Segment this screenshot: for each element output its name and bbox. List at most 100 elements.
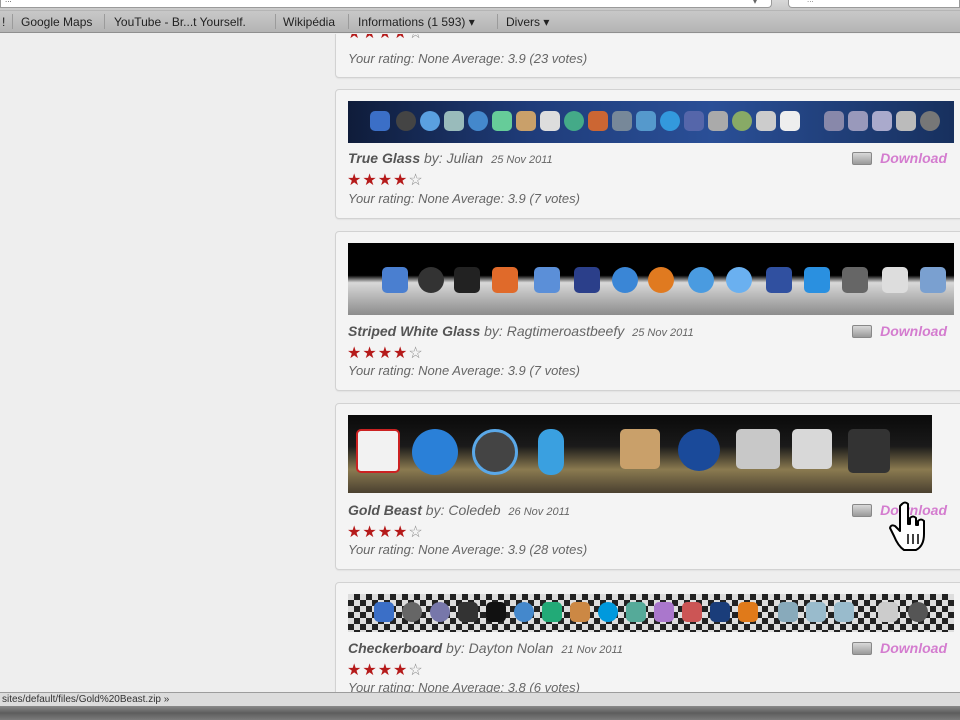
music-icon (678, 429, 720, 471)
address-dropdown-icon[interactable]: ▾ (753, 0, 757, 6)
star-empty-icon[interactable]: ☆ (408, 345, 423, 362)
theme-by-label: by: (424, 150, 443, 166)
app-icon (570, 602, 590, 622)
address-bar[interactable]: ... ▾ (0, 0, 772, 8)
app-icon (682, 602, 702, 622)
app-icon (804, 267, 830, 293)
theme-author[interactable]: Ragtimeroastbeefy (507, 323, 625, 339)
ichat-icon (468, 111, 488, 131)
theme-title: True Glass by: Julian 25 Nov 2011 (348, 150, 553, 166)
star-icon[interactable]: ★ (378, 172, 393, 189)
star-empty-icon[interactable]: ☆ (408, 172, 423, 189)
status-bar: sites/default/files/Gold%20Beast.zip » (0, 692, 960, 706)
download-icon[interactable] (852, 325, 873, 338)
browser-toolbar: ... ▾ ... (0, 0, 960, 11)
download-label[interactable]: Download (880, 150, 947, 166)
trash-icon (920, 111, 940, 131)
star-icon[interactable]: ★ (362, 662, 377, 679)
ical-icon (540, 111, 560, 131)
dashboard-icon (418, 267, 444, 293)
bookmark-google-maps[interactable]: Google Maps (21, 15, 92, 29)
star-icon[interactable]: ★ (378, 524, 393, 541)
download-label[interactable]: Download (880, 323, 947, 339)
star-rating[interactable]: ★★★★☆ (347, 522, 424, 542)
star-icon[interactable]: ★ (362, 34, 377, 42)
theme-name[interactable]: Checkerboard (348, 640, 442, 656)
star-rating[interactable]: ★★★★☆ (347, 660, 424, 680)
app-icon (736, 429, 780, 469)
star-empty-icon[interactable]: ☆ (408, 524, 423, 541)
dock-icon-row (348, 267, 954, 301)
bookmark-youtube[interactable]: YouTube - Br...t Yourself. (114, 15, 246, 29)
star-rating[interactable]: ★★★★☆ (347, 170, 424, 190)
star-icon[interactable]: ★ (347, 662, 362, 679)
star-icon[interactable]: ★ (393, 524, 408, 541)
download-button[interactable]: Download (852, 150, 947, 166)
facetime-icon (492, 111, 512, 131)
star-icon[interactable]: ★ (347, 345, 362, 362)
preferences-icon (842, 267, 868, 293)
bookmarks-bar: ! Google Maps YouTube - Br...t Yourself.… (0, 11, 960, 33)
download-button[interactable]: Download (852, 323, 947, 339)
theme-preview-image[interactable] (348, 415, 932, 493)
star-icon[interactable]: ★ (393, 172, 408, 189)
download-icon[interactable] (852, 152, 873, 165)
theme-name[interactable]: True Glass (348, 150, 420, 166)
terminal-icon (486, 602, 506, 622)
star-empty-icon[interactable]: ☆ (408, 34, 423, 42)
bookmark-wikipedia[interactable]: Wikipédia (283, 15, 335, 29)
star-icon[interactable]: ★ (393, 34, 408, 42)
star-icon[interactable]: ★ (378, 34, 393, 42)
dock-icon-row (348, 111, 954, 137)
star-rating[interactable]: ★★★★☆ (347, 34, 424, 43)
star-icon[interactable]: ★ (362, 172, 377, 189)
safari-icon (612, 267, 638, 293)
download-label[interactable]: Download (880, 640, 947, 656)
theme-date: 21 Nov 2011 (561, 644, 623, 656)
theme-date: 25 Nov 2011 (491, 154, 553, 166)
theme-preview-image[interactable] (348, 101, 954, 143)
folder-icon (834, 602, 854, 622)
theme-preview-image[interactable] (348, 243, 954, 315)
theme-author[interactable]: Coledeb (448, 502, 500, 518)
appstore-icon (636, 111, 656, 131)
folder-icon (872, 111, 892, 131)
star-icon[interactable]: ★ (362, 345, 377, 362)
star-icon[interactable]: ★ (378, 345, 393, 362)
bookmark-divers[interactable]: Divers ▾ (506, 15, 549, 29)
theme-preview-image[interactable] (348, 594, 954, 632)
star-icon[interactable]: ★ (378, 662, 393, 679)
star-icon[interactable]: ★ (393, 662, 408, 679)
app-icon (878, 602, 898, 622)
download-icon[interactable] (852, 642, 873, 655)
app-icon (756, 111, 776, 131)
star-icon[interactable]: ★ (393, 345, 408, 362)
star-icon[interactable]: ★ (347, 524, 362, 541)
star-empty-icon[interactable]: ☆ (408, 662, 423, 679)
itunes-icon (412, 429, 458, 475)
finder-icon (374, 602, 394, 622)
gmail-icon (356, 429, 400, 473)
star-icon[interactable]: ★ (347, 172, 362, 189)
star-icon[interactable]: ★ (347, 34, 362, 42)
hand-cursor-icon (889, 501, 925, 551)
star-icon[interactable]: ★ (362, 524, 377, 541)
theme-name[interactable]: Striped White Glass (348, 323, 480, 339)
download-button[interactable]: Download (852, 640, 947, 656)
rating-text: Your rating: None Average: 3.8 (6 votes) (348, 680, 580, 692)
folder-icon (806, 602, 826, 622)
app-icon (574, 267, 600, 293)
theme-author[interactable]: Julian (447, 150, 484, 166)
search-field[interactable]: ... (788, 0, 960, 8)
download-icon[interactable] (852, 504, 873, 517)
bookmark-separator (497, 14, 498, 29)
iphoto-icon (612, 111, 632, 131)
search-field-text: ... (807, 0, 814, 5)
bookmark-separator (12, 14, 13, 29)
bookmark-informations[interactable]: Informations (1 593) ▾ (358, 15, 475, 29)
theme-author[interactable]: Dayton Nolan (469, 640, 554, 656)
bookmark-item[interactable]: ! (2, 15, 5, 29)
theme-name[interactable]: Gold Beast (348, 502, 422, 518)
star-rating[interactable]: ★★★★☆ (347, 343, 424, 363)
mail-icon (444, 111, 464, 131)
